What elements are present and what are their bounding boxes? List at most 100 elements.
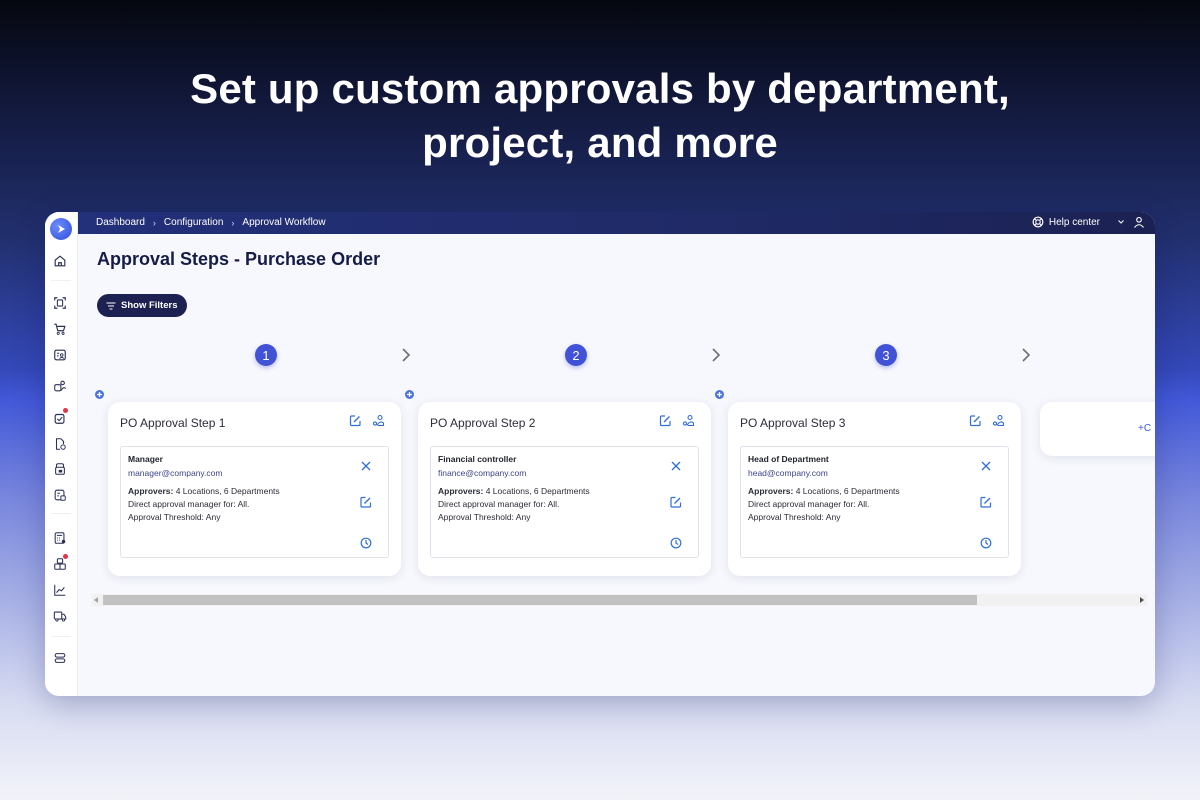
sidebar-item-data[interactable] (52, 650, 68, 666)
logo-play-icon (58, 225, 65, 233)
sidebar-item-budget[interactable] (52, 530, 68, 546)
breadcrumb-configuration[interactable]: Configuration (164, 217, 223, 228)
close-icon[interactable] (360, 460, 372, 472)
sidebar-item-inventory[interactable] (52, 554, 68, 572)
sidebar-item-delivery[interactable] (52, 608, 68, 624)
contact-card-icon (54, 349, 66, 361)
sidebar-item-purchase[interactable] (52, 321, 68, 337)
user-menu[interactable] (1117, 216, 1145, 228)
user-icon[interactable] (1133, 216, 1145, 228)
show-filters-button[interactable]: Show Filters (97, 294, 188, 317)
team-icon (54, 380, 67, 392)
calculator-icon (54, 532, 66, 544)
help-center-link[interactable]: Help center (1032, 216, 1100, 228)
scroll-left-arrow-icon[interactable] (94, 597, 98, 603)
chevron-right-icon (712, 348, 721, 362)
direct-approval: Direct approval manager for: All. (438, 499, 560, 509)
breadcrumb-separator-icon: › (231, 217, 235, 228)
sidebar-item-home[interactable] (52, 253, 68, 269)
clock-icon[interactable] (360, 537, 372, 549)
scroll-right-arrow-icon[interactable] (1140, 597, 1144, 603)
sidebar-item-document-review[interactable] (52, 436, 68, 452)
sidebar-item-contacts[interactable] (52, 347, 68, 363)
approval-threshold: Approval Threshold: Any (128, 512, 221, 522)
approval-threshold: Approval Threshold: Any (438, 512, 531, 522)
edit-icon[interactable] (659, 414, 672, 427)
assign-approver-icon[interactable] (992, 414, 1005, 427)
edit-icon[interactable] (360, 496, 372, 508)
edit-icon[interactable] (349, 414, 362, 427)
add-step-label: +C (1138, 423, 1152, 434)
edit-icon[interactable] (980, 496, 992, 508)
insert-step-button[interactable] (95, 390, 104, 399)
approver-email: manager@company.com (128, 468, 223, 478)
insert-step-button[interactable] (405, 390, 414, 399)
sidebar-item-invoices[interactable] (52, 487, 68, 503)
headline-line-2: project, and more (422, 119, 778, 166)
step-title: PO Approval Step 3 (740, 416, 846, 430)
approval-step-card: PO Approval Step 2 Financial controller … (418, 402, 711, 576)
sidebar-item-scan[interactable] (52, 295, 68, 311)
help-center-label: Help center (1048, 216, 1100, 228)
top-bar: Dashboard › Configuration › Approval Wor… (78, 212, 1155, 234)
app-logo[interactable] (50, 218, 72, 240)
cart-icon (54, 323, 66, 335)
approver-entry: Head of Department head@company.com Appr… (740, 446, 1009, 558)
close-icon[interactable] (980, 460, 992, 472)
step-title: PO Approval Step 1 (120, 416, 226, 430)
assign-approver-icon[interactable] (372, 414, 385, 427)
page-title: Approval Steps - Purchase Order (97, 249, 381, 269)
insert-step-button[interactable] (715, 390, 724, 399)
approvers-scope: Approvers: 4 Locations, 6 Departments (438, 486, 590, 496)
scan-document-icon (54, 297, 66, 309)
approval-step-card: PO Approval Step 3 Head of Department he… (728, 402, 1021, 576)
scrollbar-thumb[interactable] (103, 595, 977, 605)
approvers-value: 4 Locations, 6 Departments (485, 486, 590, 496)
document-check-icon (55, 438, 66, 450)
add-step-card[interactable]: +C (1040, 402, 1155, 456)
filter-icon (106, 301, 116, 310)
plus-icon (97, 392, 102, 397)
sidebar-item-teams[interactable] (52, 378, 68, 394)
approvers-label: Approvers: (438, 486, 484, 496)
edit-icon[interactable] (670, 496, 682, 508)
approver-entry: Manager manager@company.com Approvers: 4… (120, 446, 389, 558)
horizontal-scrollbar[interactable] (92, 594, 1147, 606)
approver-name: Financial controller (438, 454, 517, 464)
clock-icon[interactable] (670, 537, 682, 549)
direct-approval: Direct approval manager for: All. (128, 499, 250, 509)
sidebar-divider (51, 513, 71, 514)
headline: Set up custom approvals by department, p… (0, 62, 1200, 170)
approvers-value: 4 Locations, 6 Departments (175, 486, 280, 496)
clock-icon[interactable] (980, 537, 992, 549)
app-window: Dashboard › Configuration › Approval Wor… (45, 212, 1155, 696)
assign-approver-icon[interactable] (682, 414, 695, 427)
plus-icon (717, 392, 722, 397)
chevron-down-icon[interactable] (1117, 218, 1125, 226)
inventory-boxes-icon (54, 558, 66, 570)
lifebuoy-icon (1032, 216, 1044, 228)
approver-entry: Financial controller finance@company.com… (430, 446, 699, 558)
plus-icon (407, 392, 412, 397)
sidebar-item-analytics[interactable] (52, 582, 68, 598)
breadcrumb-approval-workflow[interactable]: Approval Workflow (242, 217, 325, 228)
invoice-icon (54, 489, 66, 501)
breadcrumb: Dashboard › Configuration › Approval Wor… (96, 217, 326, 228)
approvers-label: Approvers: (748, 486, 794, 496)
sidebar-item-locked[interactable] (52, 461, 68, 477)
chevron-right-icon (1022, 348, 1031, 362)
breadcrumb-dashboard[interactable]: Dashboard (96, 217, 145, 228)
edit-icon[interactable] (969, 414, 982, 427)
analytics-chart-icon (54, 584, 66, 596)
sidebar-divider (51, 280, 71, 281)
direct-approval: Direct approval manager for: All. (748, 499, 870, 509)
sidebar-item-approvals[interactable] (52, 408, 68, 426)
close-icon[interactable] (670, 460, 682, 472)
sidebar (45, 212, 78, 696)
breadcrumb-separator-icon: › (152, 217, 156, 228)
approval-task-icon (54, 413, 65, 424)
approvers-scope: Approvers: 4 Locations, 6 Departments (128, 486, 280, 496)
step-title: PO Approval Step 2 (430, 416, 536, 430)
approvers-label: Approvers: (128, 486, 174, 496)
approver-email: finance@company.com (438, 468, 527, 478)
